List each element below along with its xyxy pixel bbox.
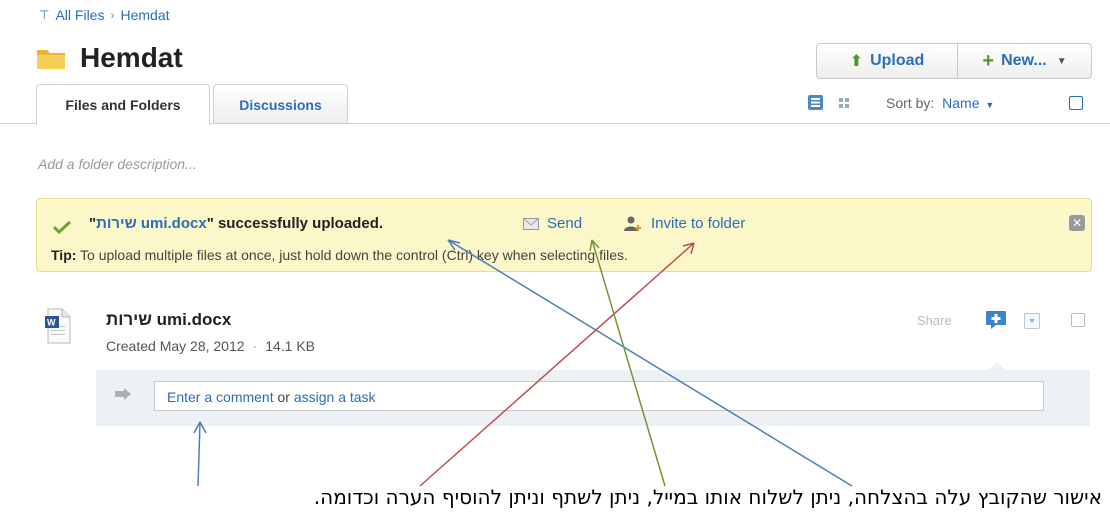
chevron-down-icon: ▼ xyxy=(1056,55,1067,67)
sort-control[interactable]: Sort by: Name ▼ xyxy=(886,95,994,111)
file-created-date: Created May 28, 2012 xyxy=(106,338,245,354)
breadcrumb-current[interactable]: Hemdat xyxy=(120,7,169,23)
uploaded-file-link[interactable]: שירות umi.docx xyxy=(96,215,207,232)
grid-view-icon[interactable] xyxy=(838,97,850,109)
file-size: 14.1 KB xyxy=(265,338,316,354)
upload-button[interactable]: ⬆ Upload xyxy=(817,44,958,78)
upload-arrow-icon: ⬆ xyxy=(849,53,864,70)
upload-tip: Tip: To upload multiple files at once, j… xyxy=(51,247,628,263)
send-link[interactable]: Send xyxy=(523,215,582,232)
row-checkbox[interactable] xyxy=(1071,313,1085,327)
checkmark-icon xyxy=(53,220,71,234)
new-label: New... xyxy=(1001,52,1047,69)
breadcrumb: ⊤ All Files › Hemdat xyxy=(39,7,170,23)
share-link[interactable]: Share xyxy=(917,313,952,328)
meta-separator: · xyxy=(252,338,258,354)
file-options-dropdown[interactable] xyxy=(1024,313,1040,329)
list-view-icon[interactable] xyxy=(808,95,823,110)
tab-discussions[interactable]: Discussions xyxy=(213,84,348,124)
plus-icon: + xyxy=(982,49,995,72)
invite-to-folder-link[interactable]: Invite to folder xyxy=(623,215,745,232)
select-all-checkbox[interactable] xyxy=(1069,96,1083,110)
file-name[interactable]: שירות umi.docx xyxy=(106,310,231,330)
tip-label: Tip: xyxy=(51,247,77,263)
tab-files-and-folders[interactable]: Files and Folders xyxy=(36,84,210,125)
new-button[interactable]: + New... ▼ xyxy=(958,44,1091,78)
upload-label: Upload xyxy=(870,52,925,69)
svg-text:W: W xyxy=(47,318,56,328)
sort-label: Sort by: xyxy=(886,95,935,111)
send-label: Send xyxy=(547,215,583,232)
arrow-to-comment xyxy=(197,421,201,487)
breadcrumb-separator: › xyxy=(110,8,115,22)
add-user-icon xyxy=(624,216,641,231)
add-comment-icon[interactable] xyxy=(985,310,1007,330)
folder-description-input[interactable]: Add a folder description... xyxy=(38,156,197,172)
chevron-down-icon: ▼ xyxy=(985,100,995,110)
word-document-icon: W xyxy=(45,308,71,344)
sort-value[interactable]: Name xyxy=(942,95,979,111)
folder-tree-icon: ⊤ xyxy=(39,8,50,22)
invite-label: Invite to folder xyxy=(651,215,746,232)
action-button-group: ⬆ Upload + New... ▼ xyxy=(816,43,1092,79)
upload-success-notice: "שירות umi.docx" successfully uploaded. … xyxy=(36,198,1092,272)
tip-text: To upload multiple files at once, just h… xyxy=(76,247,628,263)
file-list-item: W שירות umi.docx Created May 28, 2012 · 14… xyxy=(36,302,1090,366)
comment-or-text: or xyxy=(273,389,294,405)
envelope-icon xyxy=(523,217,539,230)
upload-message-text: " successfully uploaded. xyxy=(206,215,384,232)
close-icon[interactable]: ✕ xyxy=(1069,215,1085,231)
file-meta: Created May 28, 2012 · 14.1 KB xyxy=(106,338,315,354)
assign-task-link[interactable]: assign a task xyxy=(294,389,376,405)
upload-message: "שירות umi.docx" successfully uploaded. xyxy=(89,215,383,232)
comment-input[interactable]: Enter a comment or assign a task xyxy=(154,381,1044,411)
comment-panel: Enter a comment or assign a task xyxy=(96,370,1090,426)
breadcrumb-all-files[interactable]: All Files xyxy=(55,7,104,23)
enter-comment-link[interactable]: Enter a comment xyxy=(167,389,274,405)
reply-arrow-icon xyxy=(115,388,131,400)
annotation-caption: אישור שהקובץ עלה בהצלחה, ניתן לשלוח אותו… xyxy=(313,485,1102,509)
page-header: Hemdat xyxy=(36,42,183,74)
page-title: Hemdat xyxy=(80,42,183,73)
folder-icon xyxy=(37,50,65,69)
